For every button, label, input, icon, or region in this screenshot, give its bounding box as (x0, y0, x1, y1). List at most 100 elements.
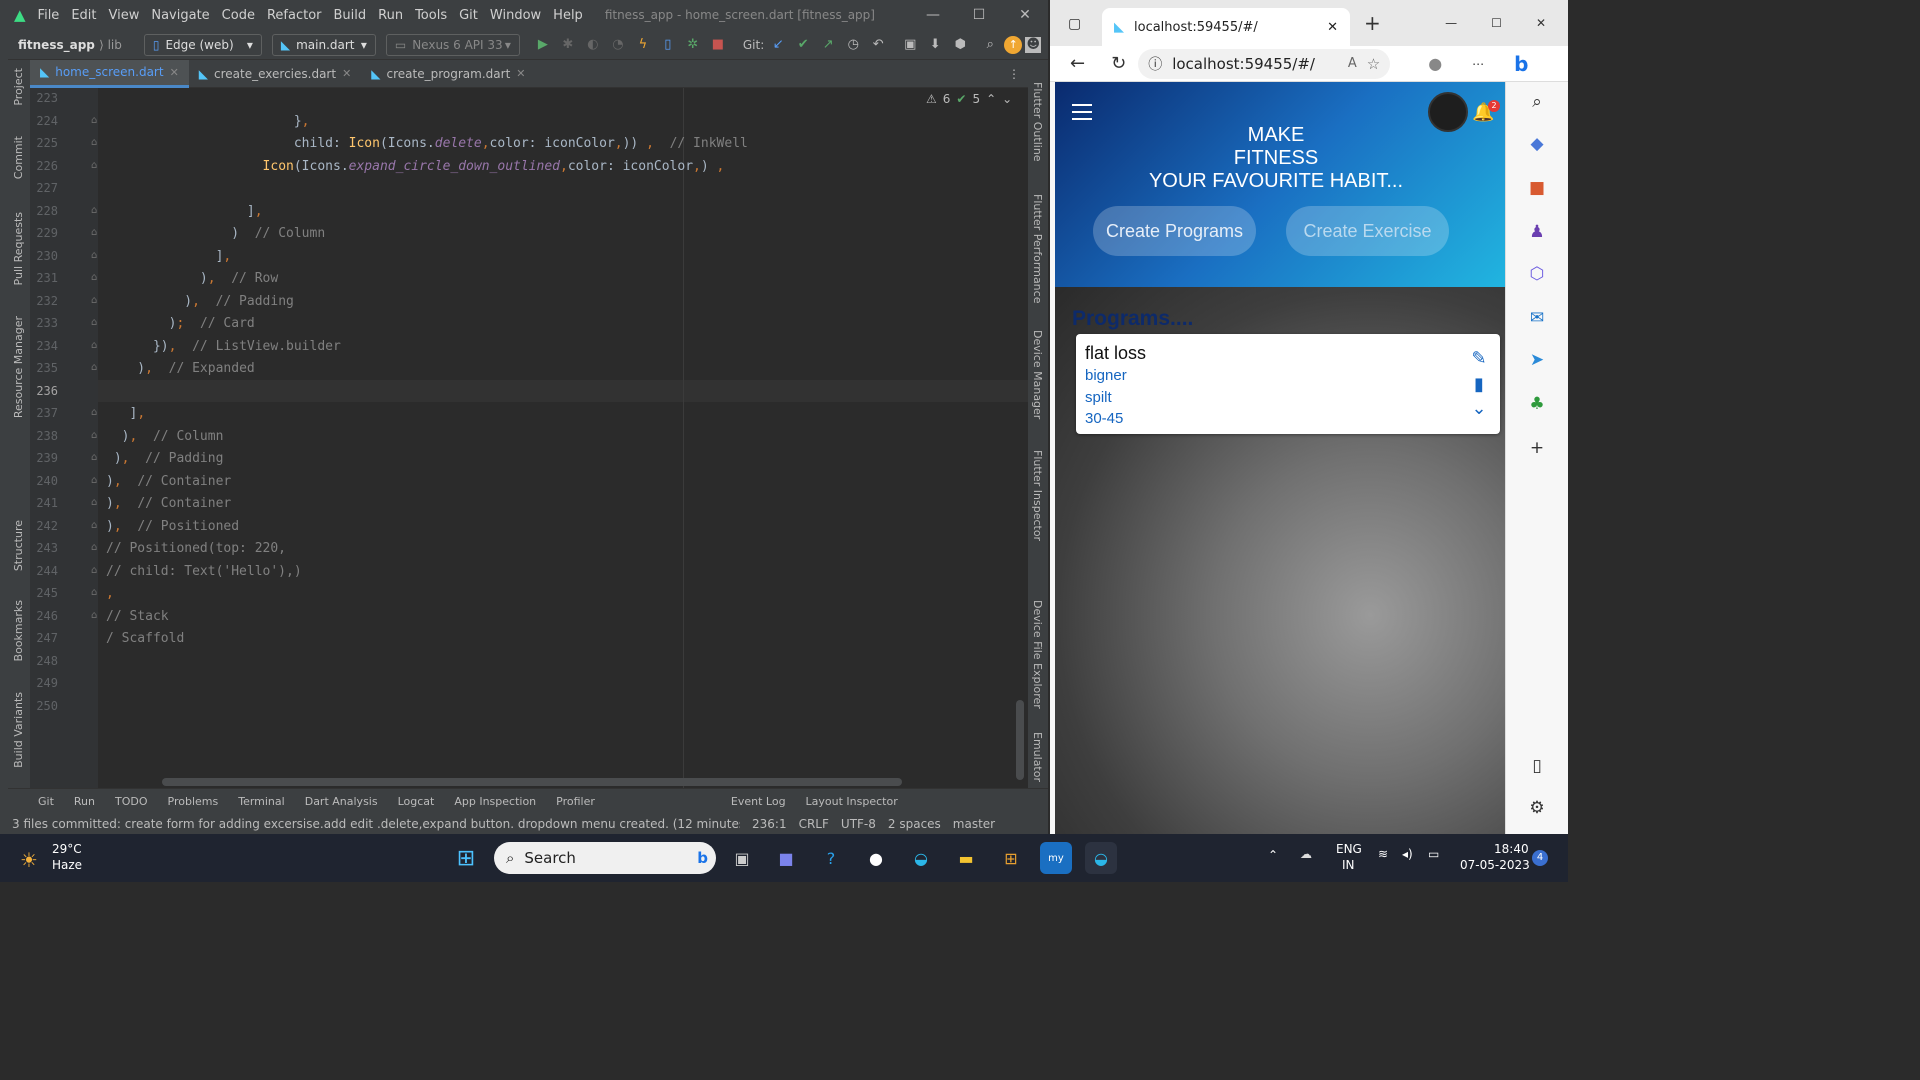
line-number[interactable]: 248 (30, 654, 58, 668)
tool-project[interactable]: Project (12, 68, 25, 106)
close-tab-icon[interactable]: ✕ (342, 67, 351, 80)
git-push-icon[interactable]: ↗ (817, 34, 839, 56)
hot-restart-icon[interactable]: ▯ (657, 34, 679, 56)
code-line[interactable]: ), // Row (106, 268, 278, 290)
device-manager-icon[interactable]: ▣ (899, 34, 921, 56)
line-number[interactable]: 242 (30, 519, 58, 533)
chevron-down-icon[interactable]: ⌄ (1002, 92, 1012, 106)
task-view-icon[interactable]: ▣ (726, 842, 758, 874)
program-card[interactable]: flat loss bigner spilt 30-45 ✎ ▮ ⌄ (1076, 334, 1500, 434)
line-number[interactable]: 244 (30, 564, 58, 578)
tab-create-exercies[interactable]: ◣ create_exercies.dart ✕ (189, 60, 362, 88)
line-number[interactable]: 229 (30, 226, 58, 240)
line-number[interactable]: 225 (30, 136, 58, 150)
fold-marker-icon[interactable]: ⌂ (91, 137, 97, 148)
code-line[interactable]: child: Icon(Icons.delete,color: iconColo… (106, 133, 748, 155)
close-tab-icon[interactable]: ✕ (516, 67, 525, 80)
line-number[interactable]: 224 (30, 114, 58, 128)
tab-home-screen[interactable]: ◣ home_screen.dart ✕ (30, 59, 189, 88)
line-number[interactable]: 223 (30, 91, 58, 105)
tool-structure[interactable]: Structure (12, 520, 25, 571)
fold-marker-icon[interactable]: ⌂ (91, 520, 97, 531)
menu-git[interactable]: Git (453, 8, 484, 23)
line-separator[interactable]: CRLF (799, 817, 829, 831)
back-icon[interactable]: ← (1070, 53, 1085, 74)
line-number[interactable]: 234 (30, 339, 58, 353)
fold-marker-icon[interactable]: ⌂ (91, 430, 97, 441)
line-number[interactable]: 232 (30, 294, 58, 308)
fold-marker-icon[interactable]: ⌂ (91, 317, 97, 328)
create-programs-button[interactable]: Create Programs (1093, 206, 1256, 256)
fold-marker-icon[interactable]: ⌂ (91, 272, 97, 283)
tool-pull-requests[interactable]: Pull Requests (12, 212, 25, 285)
attach-debugger-icon[interactable]: ✲ (682, 34, 704, 56)
code-line[interactable]: ), // Expanded (106, 358, 254, 380)
minimize-icon[interactable]: — (1445, 16, 1457, 30)
line-number[interactable]: 239 (30, 451, 58, 465)
wifi-icon[interactable]: ≋ (1378, 847, 1388, 861)
onedrive-icon[interactable]: ☁ (1300, 847, 1312, 861)
rollback-icon[interactable]: ↶ (867, 34, 889, 56)
tool-problems[interactable]: Problems (168, 795, 219, 808)
menu-navigate[interactable]: Navigate (145, 8, 215, 23)
tool-dart-analysis[interactable]: Dart Analysis (305, 795, 378, 808)
fold-marker-icon[interactable]: ⌂ (91, 295, 97, 306)
line-number[interactable]: 228 (30, 204, 58, 218)
menu-help[interactable]: Help (547, 8, 589, 23)
code-line[interactable]: ) // Column (106, 223, 325, 245)
line-number[interactable]: 237 (30, 406, 58, 420)
fold-marker-icon[interactable]: ⌂ (91, 362, 97, 373)
fold-marker-icon[interactable]: ⌂ (91, 250, 97, 261)
line-number[interactable]: 250 (30, 699, 58, 713)
coverage-icon[interactable]: ◐ (582, 34, 604, 56)
tab-actions-icon[interactable]: ▢ (1068, 16, 1081, 32)
address-bar[interactable]: ⓘ localhost:59455/#/ A ☆ (1138, 48, 1391, 79)
favorite-icon[interactable]: ☆ (1367, 55, 1380, 73)
fold-marker-icon[interactable]: ⌂ (91, 340, 97, 351)
line-number[interactable]: 235 (30, 361, 58, 375)
code-line[interactable]: Icon(Icons.expand_circle_down_outlined,c… (106, 156, 725, 178)
new-tab-icon[interactable]: + (1364, 11, 1381, 35)
indent-setting[interactable]: 2 spaces (888, 817, 941, 831)
read-aloud-icon[interactable]: A (1348, 56, 1357, 71)
line-number[interactable]: 230 (30, 249, 58, 263)
tool-app-inspection[interactable]: App Inspection (454, 795, 536, 808)
browser-tab[interactable]: ◣ localhost:59455/#/ ✕ (1102, 8, 1350, 46)
fold-marker-icon[interactable]: ⌂ (91, 610, 97, 621)
close-icon[interactable]: ✕ (1536, 16, 1546, 30)
edge-active-icon[interactable]: ◒ (1085, 842, 1117, 874)
edge-icon[interactable]: ◒ (905, 842, 937, 874)
tool-git[interactable]: Git (38, 795, 54, 808)
mysql-icon[interactable]: my (1040, 842, 1072, 874)
emulator-selector[interactable]: ▭ Nexus 6 API 33 ▾ (385, 33, 520, 56)
caret-position[interactable]: 236:1 (752, 817, 787, 831)
menu-file[interactable]: File (32, 8, 66, 23)
tool-resource-manager[interactable]: Resource Manager (12, 316, 25, 418)
project-breadcrumb[interactable]: fitness_app ⟩ lib (18, 38, 122, 52)
lang-line2[interactable]: IN (1342, 858, 1355, 872)
file-explorer-icon[interactable]: ▬ (950, 842, 982, 874)
weather-icon[interactable]: ☀ (20, 848, 38, 872)
tool-run[interactable]: Run (74, 795, 95, 808)
tools-icon[interactable]: ■ (1524, 178, 1550, 204)
code-line[interactable]: ), // Container (106, 471, 231, 493)
line-number[interactable]: 236 (30, 384, 58, 398)
clock-date[interactable]: 07-05-2023 (1460, 858, 1530, 872)
account-icon[interactable]: ☻ (1025, 36, 1042, 53)
send-icon[interactable]: ➤ (1524, 350, 1550, 376)
chevron-up-icon[interactable]: ⌃ (1268, 848, 1278, 862)
tab-create-program[interactable]: ◣ create_program.dart ✕ (361, 60, 535, 88)
tool-emulator[interactable]: Emulator (1031, 732, 1044, 782)
tool-terminal[interactable]: Terminal (238, 795, 285, 808)
clock-time[interactable]: 18:40 (1494, 842, 1529, 856)
breadcrumb-lib[interactable]: lib (108, 38, 122, 52)
code-line[interactable]: ], (106, 201, 263, 223)
history-icon[interactable]: ◷ (842, 34, 864, 56)
sidebar-toggle-icon[interactable]: ▯ (1524, 756, 1550, 782)
file-encoding[interactable]: UTF-8 (841, 817, 876, 831)
horizontal-scrollbar[interactable] (162, 778, 902, 786)
line-number[interactable]: 231 (30, 271, 58, 285)
notification-count-badge[interactable]: 4 (1532, 850, 1548, 866)
fold-marker-icon[interactable]: ⌂ (91, 475, 97, 486)
lang-line1[interactable]: ENG (1336, 842, 1362, 856)
